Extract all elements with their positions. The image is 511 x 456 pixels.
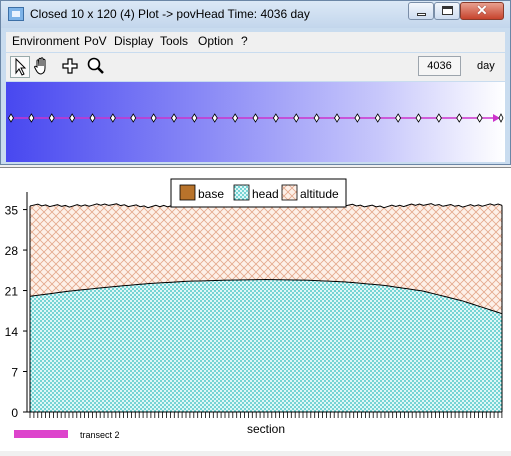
transect-line [8, 113, 504, 123]
transect-marker[interactable] [171, 113, 177, 123]
head-area [30, 279, 502, 412]
menu-display[interactable]: Display [114, 34, 153, 48]
hand-icon [33, 57, 46, 75]
maximize-icon [442, 6, 453, 15]
transect-marker[interactable] [293, 113, 300, 123]
close-icon: ✕ [476, 2, 488, 18]
transect-marker[interactable] [354, 113, 361, 123]
transect-marker[interactable] [191, 113, 198, 123]
transect-marker[interactable] [476, 113, 483, 123]
menu-option[interactable]: Option [198, 34, 233, 48]
menu-help[interactable]: ? [241, 34, 248, 48]
minimize-icon [417, 13, 426, 16]
zoom-tool-button[interactable] [86, 56, 106, 78]
app-window: Closed 10 x 120 (4) Plot -> povHead Time… [0, 0, 511, 165]
transect-swatch [14, 430, 68, 438]
transect-marker[interactable] [252, 113, 259, 123]
transect-marker[interactable] [395, 113, 402, 123]
x-axis-label: section [247, 422, 285, 436]
transect-label: transect 2 [80, 430, 120, 440]
legend-swatch-altitude [281, 184, 298, 201]
legend-label-head: head [252, 187, 279, 201]
legend: base head altitude [170, 178, 347, 208]
transect-marker[interactable] [374, 113, 381, 123]
menu-tools[interactable]: Tools [160, 34, 188, 48]
transect-marker[interactable] [334, 113, 340, 123]
legend-swatch-base [179, 184, 196, 201]
section-chart: 0 7 14 21 28 35 section base head altitude transec… [5, 178, 503, 440]
transect-marker[interactable] [130, 113, 137, 123]
transect-marker[interactable] [28, 113, 35, 123]
transect-marker[interactable] [69, 113, 76, 123]
transect-marker[interactable] [415, 113, 422, 123]
menu-environment[interactable]: Environment [12, 34, 79, 48]
transect-marker[interactable] [456, 113, 463, 123]
hand-tool-button[interactable] [32, 56, 52, 78]
menu-bar: Environment PoV Display Tools Option ? [6, 32, 505, 52]
toolbar: 4036 day [6, 53, 505, 81]
time-input[interactable]: 4036 [418, 56, 461, 76]
minimize-button[interactable] [408, 2, 434, 20]
transect-marker[interactable] [435, 113, 442, 123]
time-unit-label: day [477, 60, 495, 72]
transect-marker[interactable] [89, 113, 96, 123]
legend-swatch-head [233, 184, 250, 201]
y-tick-label: 0 [11, 406, 18, 420]
transect-marker[interactable] [8, 113, 14, 123]
pointer-icon [15, 57, 27, 76]
app-icon [8, 7, 24, 21]
transect-marker[interactable] [232, 113, 239, 123]
y-tick-label: 7 [11, 366, 18, 380]
transect-marker[interactable] [48, 113, 55, 123]
transect-marker[interactable] [313, 113, 320, 123]
window-title: Closed 10 x 120 (4) Plot -> povHead Time… [30, 7, 310, 21]
transect-marker[interactable] [498, 113, 504, 123]
crosshair-tool-button[interactable] [60, 56, 80, 78]
transect-marker[interactable] [211, 113, 218, 123]
chart-panel: 0 7 14 21 28 35 section base head altitude transec… [0, 167, 511, 451]
zoom-icon [87, 57, 104, 74]
maximize-button[interactable] [434, 2, 460, 20]
transect-marker[interactable] [109, 113, 116, 123]
y-tick-label: 21 [5, 285, 19, 299]
plan-view[interactable] [6, 82, 505, 162]
y-tick-label: 14 [5, 325, 19, 339]
pointer-tool-button[interactable] [10, 56, 30, 78]
menu-pov[interactable]: PoV [84, 34, 107, 48]
transect-marker[interactable] [150, 113, 157, 123]
crosshair-icon [62, 58, 78, 74]
transect-marker[interactable] [272, 113, 279, 123]
legend-label-base: base [198, 187, 224, 201]
y-tick-label: 35 [5, 204, 19, 218]
legend-label-altitude: altitude [300, 187, 339, 201]
close-button[interactable]: ✕ [460, 2, 504, 20]
title-bar[interactable]: Closed 10 x 120 (4) Plot -> povHead Time… [1, 1, 510, 28]
y-tick-label: 28 [5, 244, 19, 258]
